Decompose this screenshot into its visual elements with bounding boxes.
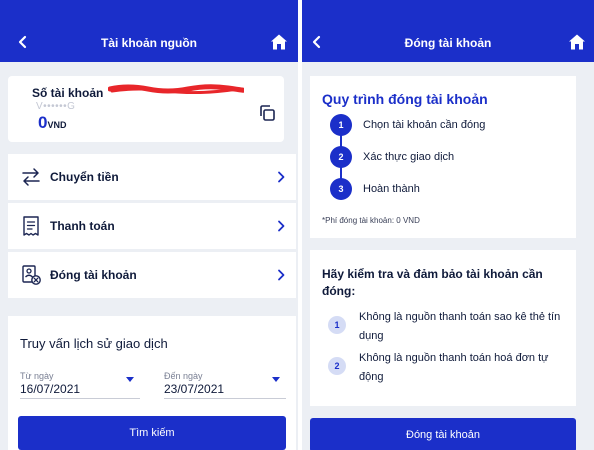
checklist-number: 1 [328,316,346,334]
account-number-label: Số tài khoản [32,86,104,100]
home-icon[interactable] [270,33,288,51]
step-text: Hoàn thành [363,183,420,195]
menu-item-close-account[interactable]: Đóng tài khoản [8,252,296,298]
chevron-right-icon [278,220,285,232]
menu-item-payment[interactable]: Thanh toán [8,203,296,249]
chevron-right-icon [278,171,285,183]
transfer-icon [22,168,40,186]
search-button[interactable]: Tìm kiếm [18,416,286,450]
step-badge: 2 [330,146,352,168]
redaction-scribble [108,84,244,94]
step-text: Xác thực giao dịch [363,151,455,163]
currency-label: VND [47,120,67,130]
header: Đóng tài khoản [302,0,594,62]
menu-item-label: Thanh toán [50,219,115,233]
to-date-label: Đến ngày [164,371,203,381]
menu-item-label: Chuyển tiền [50,170,119,184]
history-query-card: Truy vấn lịch sử giao dịch Từ ngày 16/07… [8,316,296,450]
fee-note: *Phí đóng tài khoản: 0 VND [322,216,420,225]
step-badge: 1 [330,114,352,136]
dropdown-caret-icon [126,377,134,382]
process-card: Quy trình đóng tài khoản 1 Chọn tài khoả… [310,76,576,238]
checklist-card: Hãy kiểm tra và đảm bảo tài khoản cần đó… [310,250,576,406]
field-underline [20,398,140,399]
account-name-masked: V••••••G [36,101,76,112]
source-account-screen: Tài khoản nguồn Số tài khoản V••••••G 0V… [0,0,298,450]
close-account-button[interactable]: Đóng tài khoản [310,418,576,450]
page-title: Tài khoản nguồn [101,36,197,50]
step-badge: 3 [330,178,352,200]
checklist-number: 2 [328,357,346,375]
menu-item-label: Đóng tài khoản [50,268,137,282]
checklist-item: Không là nguồn thanh toán sao kê thẻ tín… [359,311,561,342]
account-balance: 0VND [38,113,67,132]
from-date-value: 16/07/2021 [20,382,81,396]
account-card: Số tài khoản V••••••G 0VND [8,76,284,142]
close-account-icon [22,265,41,285]
process-title: Quy trình đóng tài khoản [322,91,488,107]
checklist-item: Không là nguồn thanh toán hoá đơn tự độn… [359,352,549,383]
from-date-label: Từ ngày [20,371,54,381]
home-icon[interactable] [568,33,586,51]
menu-item-transfer[interactable]: Chuyển tiền [8,154,296,200]
page-title: Đóng tài khoản [404,36,492,50]
field-underline [164,398,286,399]
to-date-value: 23/07/2021 [164,382,225,396]
header: Tài khoản nguồn [0,0,298,62]
checklist-title: Hãy kiểm tra và đảm bảo tài khoản cần đó… [322,267,543,298]
close-account-screen: Đóng tài khoản Quy trình đóng tài khoản … [302,0,594,450]
dropdown-caret-icon [272,377,280,382]
chevron-right-icon [278,269,285,281]
history-title: Truy vấn lịch sử giao dịch [20,336,168,351]
copy-icon[interactable] [258,104,276,122]
step-text: Chọn tài khoản cần đóng [363,119,486,131]
bill-icon [23,216,39,236]
